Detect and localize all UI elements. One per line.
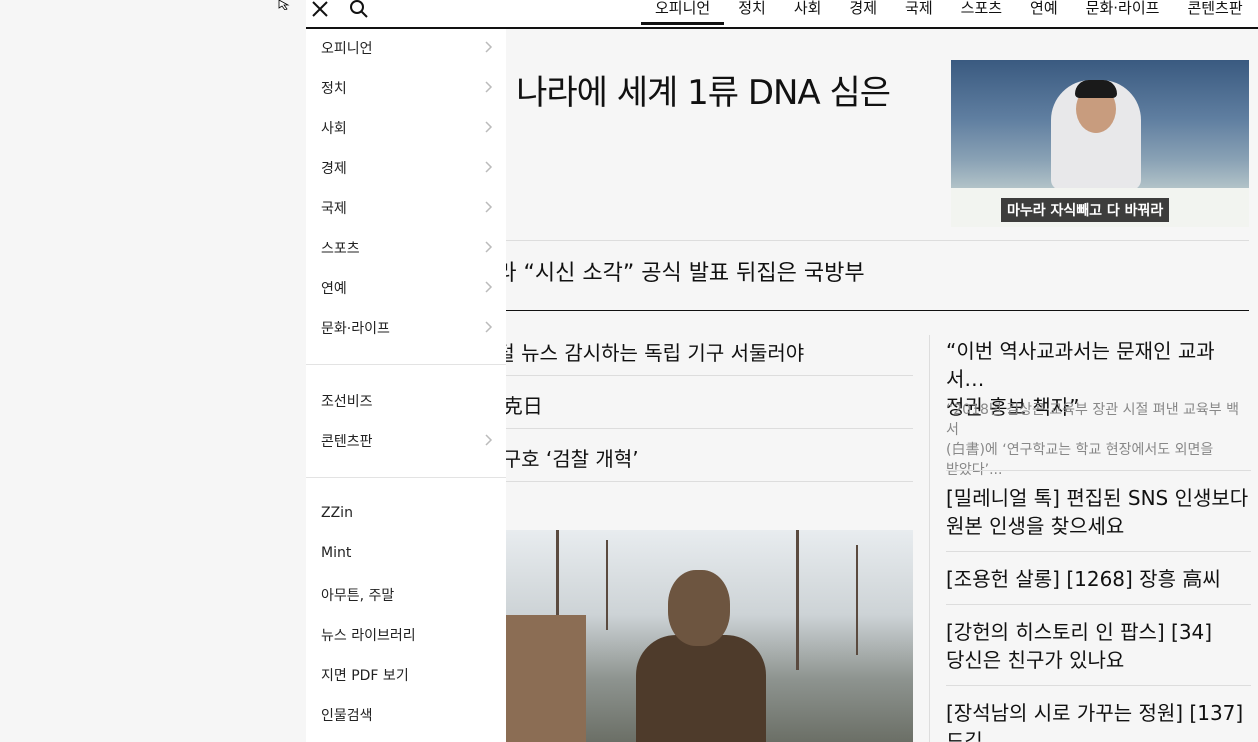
statue-body (636, 635, 766, 742)
menu-item-news-library[interactable]: 뉴스 라이브러리 (321, 625, 493, 645)
menu-item-opinion[interactable]: 오피니언 (321, 38, 493, 58)
menu-item-pdf-view[interactable]: 지면 PDF 보기 (321, 665, 493, 685)
menu-item-politics[interactable]: 정치 (321, 78, 493, 98)
right-article-summary: “2018년 김상곤 교육부 장관 시절 펴낸 교육부 백서 (白書)에 ‘연구… (946, 400, 1251, 480)
menu-separator (306, 364, 506, 365)
nav-tab-opinion[interactable]: 오피니언 (641, 0, 725, 25)
right-article-title-line: 당신은 친구가 있나요 (946, 648, 1125, 672)
statue-photo[interactable] (476, 530, 913, 742)
menu-item-label: 문화·라이프 (321, 321, 390, 337)
menu-item-label: 인물검색 (321, 708, 373, 724)
nav-tab-politics[interactable]: 정치 (724, 0, 780, 25)
mouse-cursor-icon (278, 0, 290, 10)
menu-item-amuteun-weekend[interactable]: 아무튼, 주말 (321, 585, 493, 605)
menu-item-international[interactable]: 국제 (321, 198, 493, 218)
menu-item-label: 정치 (321, 81, 347, 97)
summary-line: (白書)에 ‘연구학교는 학교 현장에서도 외면을 (946, 442, 1214, 458)
chevron-right-icon (485, 161, 493, 173)
thumbnail-hair (1075, 80, 1117, 98)
divider (946, 685, 1251, 686)
menu-item-label: Mint (321, 545, 352, 561)
tree-branch (856, 545, 858, 655)
right-article-title[interactable]: [강헌의 히스토리 인 팝스] [34] 당신은 친구가 있나요 (946, 618, 1251, 674)
divider (946, 551, 1251, 552)
tree-branch (796, 530, 799, 670)
divider (946, 470, 1251, 471)
menu-item-sports[interactable]: 스포츠 (321, 238, 493, 258)
divider (476, 240, 1249, 241)
menu-item-people-search[interactable]: 인물검색 (321, 705, 493, 725)
side-menu: 오피니언 정치 사회 경제 국제 스포츠 연예 문화·라이프 조선비즈 콘텐츠판… (306, 29, 506, 742)
tree-branch (606, 540, 608, 630)
menu-item-label: 콘텐츠판 (321, 434, 373, 450)
nav-tab-economy[interactable]: 경제 (835, 0, 891, 25)
menu-item-label: 조선비즈 (321, 394, 373, 410)
menu-item-label: 오피니언 (321, 41, 373, 57)
menu-item-society[interactable]: 사회 (321, 118, 493, 138)
right-article-title[interactable]: [장석남의 시로 가꾸는 정원] [137] 드김 (946, 699, 1251, 742)
right-article-title-line: [밀레니얼 톡] 편집된 SNS 인생보다 (946, 486, 1249, 510)
menu-item-label: 뉴스 라이브러리 (321, 628, 416, 644)
top-navigation-bar: 오피니언 정치 사회 경제 국제 스포츠 연예 문화·라이프 콘텐츠판 (306, 0, 1258, 29)
menu-separator (306, 477, 506, 478)
right-article-title-line: “이번 역사교과서는 문재인 교과서… (946, 339, 1215, 391)
menu-item-label: 아무튼, 주말 (321, 588, 395, 604)
chevron-right-icon (485, 201, 493, 213)
empty-left-area (0, 0, 306, 742)
chevron-right-icon (485, 321, 493, 333)
thumbnail-caption: 마누라 자식빼고 다 바꿔라 (1001, 198, 1170, 222)
chevron-right-icon (485, 81, 493, 93)
main-nav: 오피니언 정치 사회 경제 국제 스포츠 연예 문화·라이프 콘텐츠판 (641, 0, 1257, 27)
menu-item-mint[interactable]: Mint (321, 545, 493, 565)
menu-item-label: 사회 (321, 121, 347, 137)
right-article-title-line: 드김 (946, 729, 983, 742)
nav-tab-international[interactable]: 국제 (891, 0, 947, 25)
right-article-title-line: 원본 인생을 찾으세요 (946, 514, 1125, 538)
menu-item-culture-life[interactable]: 문화·라이프 (321, 318, 493, 338)
divider (476, 375, 913, 376)
menu-item-label: 경제 (321, 161, 347, 177)
chevron-right-icon (485, 241, 493, 253)
second-headline[interactable]: 느라 “시신 소각” 공식 발표 뒤집은 국방부 (476, 255, 865, 287)
nav-tab-society[interactable]: 사회 (780, 0, 836, 25)
chevron-right-icon (485, 121, 493, 133)
nav-tab-culture-life[interactable]: 문화·라이프 (1072, 0, 1174, 25)
menu-item-label: ZZin (321, 505, 353, 521)
statue-head (668, 570, 730, 646)
top-headline[interactable]: 경 나라에 세계 1류 DNA 심은 (476, 65, 891, 114)
nav-tab-contents[interactable]: 콘텐츠판 (1173, 0, 1256, 25)
close-icon[interactable] (308, 0, 330, 22)
chevron-right-icon (485, 41, 493, 53)
chevron-right-icon (485, 281, 493, 293)
menu-item-label: 국제 (321, 201, 347, 217)
menu-item-label: 연예 (321, 281, 347, 297)
chevron-right-icon (485, 434, 493, 446)
menu-item-label: 스포츠 (321, 241, 360, 257)
menu-item-label: 지면 PDF 보기 (321, 668, 409, 684)
section-divider (476, 310, 1249, 311)
headline-thumbnail[interactable]: 마누라 자식빼고 다 바꿔라 (951, 60, 1249, 227)
divider (476, 428, 913, 429)
column-divider (929, 335, 930, 742)
summary-line: “2018년 김상곤 교육부 장관 시절 펴낸 교육부 백서 (946, 402, 1239, 438)
search-icon[interactable] (348, 0, 370, 22)
divider (476, 481, 913, 482)
list-item[interactable]: 포털 뉴스 감시하는 독립 기구 서둘러야 (478, 337, 804, 366)
right-article-title[interactable]: [밀레니얼 톡] 편집된 SNS 인생보다 원본 인생을 찾으세요 (946, 484, 1251, 540)
divider (946, 604, 1251, 605)
menu-item-entertainment[interactable]: 연예 (321, 278, 493, 298)
nav-tab-entertainment[interactable]: 연예 (1016, 0, 1072, 25)
menu-item-zzin[interactable]: ZZin (321, 505, 493, 525)
right-article-title[interactable]: [조용헌 살롱] [1268] 장흥 高씨 (946, 565, 1251, 593)
menu-item-chosunbiz[interactable]: 조선비즈 (321, 391, 493, 411)
menu-item-contents[interactable]: 콘텐츠판 (321, 431, 493, 451)
right-article-title-line: [조용헌 살롱] [1268] 장흥 高씨 (946, 567, 1221, 591)
nav-tab-sports[interactable]: 스포츠 (947, 0, 1016, 25)
right-article-title-line: [강헌의 히스토리 인 팝스] [34] (946, 620, 1213, 644)
menu-item-economy[interactable]: 경제 (321, 158, 493, 178)
right-article-title-line: [장석남의 시로 가꾸는 정원] [137] (946, 701, 1244, 725)
